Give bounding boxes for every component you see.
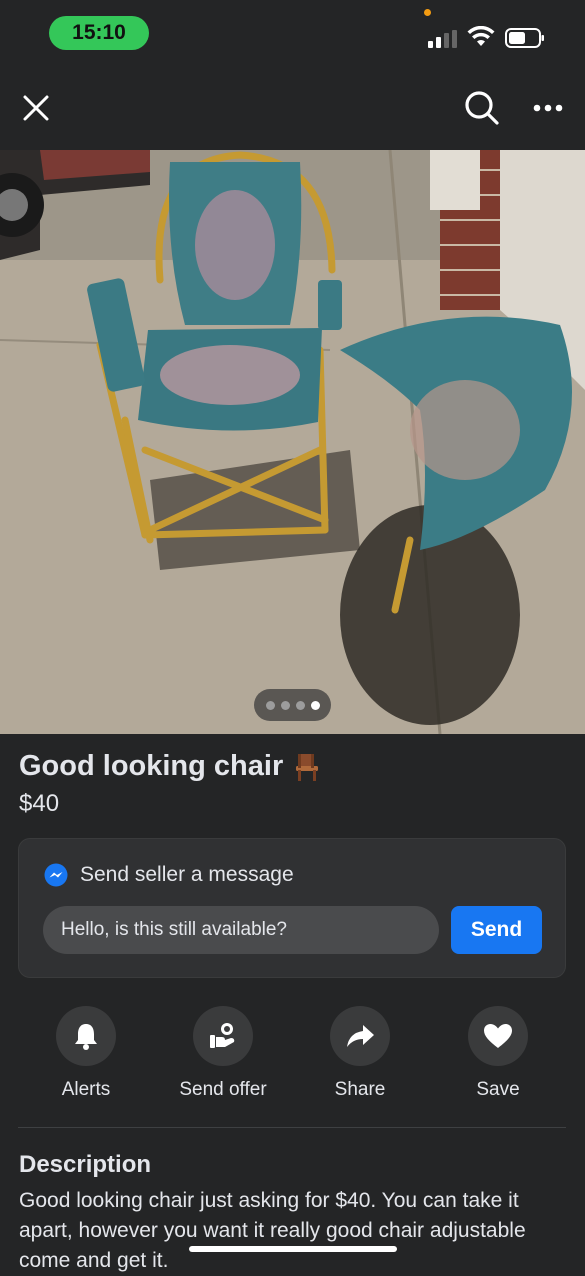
pager-dot[interactable] xyxy=(280,700,290,710)
message-header: Send seller a message xyxy=(44,863,294,887)
send-offer-circle[interactable] xyxy=(193,1006,253,1066)
heart-icon xyxy=(484,1024,512,1048)
share-label: Share xyxy=(334,1079,386,1100)
chair-icon xyxy=(296,753,319,781)
share-icon xyxy=(347,1025,374,1047)
messenger-icon xyxy=(44,863,68,887)
chair-photo-image xyxy=(0,150,585,734)
more-icon xyxy=(533,104,563,112)
close-button[interactable] xyxy=(14,86,58,130)
listing-price: $40 xyxy=(19,790,60,817)
more-button[interactable] xyxy=(526,86,570,130)
search-icon xyxy=(465,91,499,125)
save-button[interactable]: Save xyxy=(428,1006,568,1101)
message-header-label: Send seller a message xyxy=(80,863,294,886)
listing-title-row: Good looking chair xyxy=(19,750,321,783)
listing-photo[interactable] xyxy=(0,150,585,734)
search-button[interactable] xyxy=(460,86,504,130)
bell-icon xyxy=(75,1024,97,1050)
save-circle[interactable] xyxy=(468,1006,528,1066)
message-seller-card: Send seller a message Hello, is this sti… xyxy=(18,838,566,978)
description-heading: Description xyxy=(19,1151,152,1178)
pager-dot-active[interactable] xyxy=(310,700,320,710)
action-bar: Alerts Send offer Share Save xyxy=(0,1006,585,1116)
alerts-label: Alerts xyxy=(61,1079,111,1100)
send-button[interactable]: Send xyxy=(451,906,542,954)
close-icon xyxy=(23,95,49,121)
battery-icon xyxy=(505,28,544,48)
wifi-icon xyxy=(467,26,495,46)
signal-icon xyxy=(428,30,457,48)
top-nav xyxy=(0,66,585,150)
home-indicator[interactable] xyxy=(189,1246,397,1252)
status-time: 15:10 xyxy=(49,16,149,50)
section-divider xyxy=(18,1127,566,1128)
send-offer-label: Send offer xyxy=(179,1079,267,1100)
offer-icon xyxy=(210,1023,235,1048)
alerts-circle[interactable] xyxy=(56,1006,116,1066)
listing-title: Good looking chair xyxy=(19,750,284,782)
status-bar: 15:10 xyxy=(0,0,585,66)
image-pager[interactable] xyxy=(254,689,331,721)
privacy-indicator xyxy=(424,9,431,16)
message-input[interactable]: Hello, is this still available? xyxy=(43,906,439,954)
share-circle[interactable] xyxy=(330,1006,390,1066)
save-label: Save xyxy=(476,1079,520,1100)
pager-dot[interactable] xyxy=(265,700,275,710)
message-input-value: Hello, is this still available? xyxy=(61,919,287,940)
share-button[interactable]: Share xyxy=(290,1006,430,1101)
alerts-button[interactable]: Alerts xyxy=(16,1006,156,1101)
pager-dot[interactable] xyxy=(295,700,305,710)
description-text: Good looking chair just asking for $40. … xyxy=(19,1189,526,1272)
send-offer-button[interactable]: Send offer xyxy=(153,1006,293,1101)
